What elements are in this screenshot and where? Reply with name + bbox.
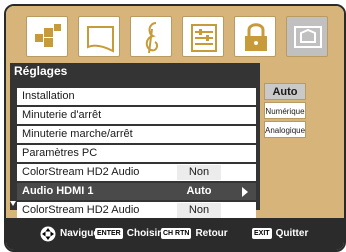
help-bar: Naviguer ENTER Choisir CH RTN Retour EXIT Q… — [6, 218, 344, 250]
menu-item-value: Non — [177, 203, 221, 218]
menu-item-value: Non — [177, 165, 221, 180]
exit-key: EXIT — [252, 227, 272, 239]
help-navigate: Naviguer — [40, 226, 103, 242]
menu-item-sleep-timer[interactable]: Minuterie d'arrêt — [17, 107, 256, 124]
help-return-label: Retour — [195, 228, 228, 239]
help-exit-label: Quitter — [275, 228, 309, 239]
option-analog[interactable]: Analogique — [264, 121, 306, 138]
menu-item-value: Auto — [186, 185, 212, 197]
help-enter: ENTER Choisir — [95, 227, 161, 241]
preferences-icon[interactable] — [286, 16, 328, 57]
audio-icon[interactable] — [130, 16, 172, 57]
tv-screen: Réglages Installation Minuterie d'arrêt … — [0, 0, 346, 252]
screen-icon[interactable] — [78, 16, 120, 57]
option-auto[interactable]: Auto — [264, 83, 306, 100]
hdmi-audio-options: Auto Numérique Analogique — [264, 83, 306, 158]
menu-item-pc-settings[interactable]: Paramètres PC — [17, 145, 256, 162]
menu-item-on-off-timer[interactable]: Minuterie marche/arrêt — [17, 126, 256, 143]
setup-icon[interactable] — [182, 16, 224, 57]
menu-item-label: ColorStream HD2 Audio — [22, 204, 140, 216]
help-exit: EXIT Quitter — [252, 227, 308, 241]
menu-item-installation[interactable]: Installation — [17, 88, 256, 105]
menu-item-label: Paramètres PC — [22, 147, 98, 159]
menu-panel: Réglages Installation Minuterie d'arrêt … — [6, 6, 344, 219]
return-key: CH RTN — [161, 227, 192, 239]
option-digital[interactable]: Numérique — [264, 102, 306, 119]
lock-icon[interactable] — [234, 16, 276, 57]
menu-item-label: Minuterie d'arrêt — [22, 109, 102, 121]
menu-item-label: Installation — [22, 90, 75, 102]
menu-item-colorstream-audio[interactable]: ColorStream HD2 Audio Non — [17, 164, 256, 181]
settings-menu: Installation Minuterie d'arrêt Minuterie… — [10, 80, 260, 219]
menu-item-label: ColorStream HD2 Audio — [22, 166, 140, 178]
menu-frame: Réglages Installation Minuterie d'arrêt … — [4, 4, 346, 252]
submenu-arrow-icon — [242, 187, 248, 197]
dpad-icon — [40, 226, 56, 242]
category-icon-bar — [26, 16, 334, 57]
menu-item-label: Audio HDMI 1 — [22, 185, 94, 197]
enter-key: ENTER — [95, 227, 123, 239]
menu-item-label: Minuterie marche/arrêt — [22, 128, 133, 140]
menu-title: Réglages — [10, 63, 260, 80]
menu-item-colorstream-audio-2[interactable]: ColorStream HD2 Audio Non — [17, 202, 256, 219]
help-return: CH RTN Retour — [161, 227, 228, 241]
menu-item-hdmi-audio[interactable]: Audio HDMI 1 Auto — [17, 183, 256, 200]
picture-icon[interactable] — [26, 16, 68, 57]
scroll-down-icon[interactable] — [10, 201, 16, 206]
help-enter-label: Choisir — [126, 228, 162, 239]
